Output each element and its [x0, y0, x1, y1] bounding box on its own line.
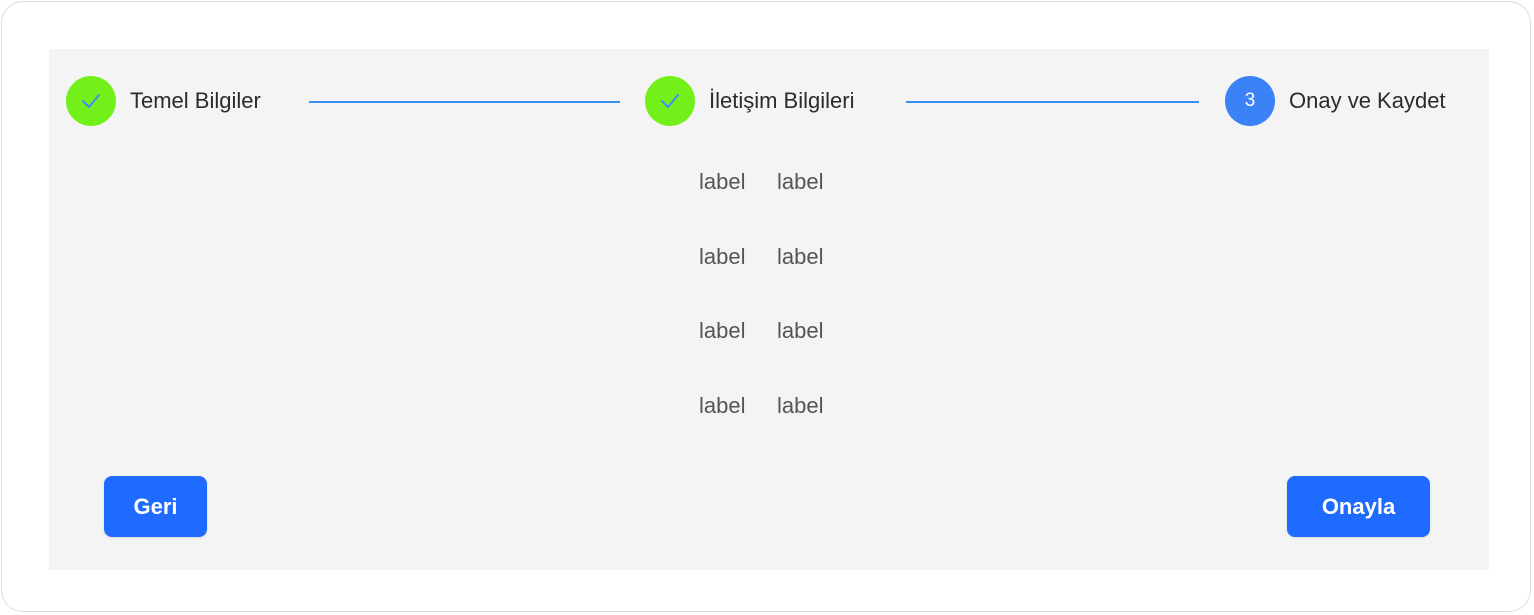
step-2-indicator: [645, 76, 695, 126]
summary-row-key: label: [699, 318, 746, 343]
summary-row: label label: [699, 167, 823, 197]
summary-row-value: label: [777, 393, 824, 418]
summary-row-value: label: [777, 169, 824, 194]
step-temel-bilgiler[interactable]: Temel Bilgiler: [66, 76, 261, 126]
step-onay-ve-kaydet[interactable]: 3 Onay ve Kaydet: [1225, 76, 1446, 126]
summary-row-key: label: [699, 244, 746, 269]
step-1-label: Temel Bilgiler: [130, 88, 261, 113]
summary-row-key: label: [699, 393, 746, 418]
summary-row-key: label: [699, 169, 746, 194]
check-icon: [661, 94, 679, 108]
step-3-number: 3: [1244, 90, 1256, 111]
step-1-indicator: [66, 76, 116, 126]
step-2-label: İletişim Bilgileri: [709, 88, 855, 113]
step-connector-1: [309, 101, 620, 103]
back-button[interactable]: Geri: [104, 476, 207, 537]
summary-row-value: label: [777, 244, 824, 269]
summary-row: label label: [699, 242, 823, 272]
step-3-label: Onay ve Kaydet: [1289, 88, 1446, 113]
step-3-indicator: 3: [1225, 76, 1275, 126]
wizard-panel: Temel Bilgiler İletişim Bilgileri 3 Onay…: [49, 49, 1489, 570]
summary-row-value: label: [777, 318, 824, 343]
check-icon: [82, 94, 100, 108]
step-connector-2: [906, 101, 1199, 103]
dialog-frame: Temel Bilgiler İletişim Bilgileri 3 Onay…: [1, 1, 1531, 612]
step-iletisim-bilgileri[interactable]: İletişim Bilgileri: [645, 76, 854, 126]
summary-row: label label: [699, 391, 823, 421]
confirm-button[interactable]: Onayla: [1287, 476, 1430, 537]
summary-row: label label: [699, 316, 823, 346]
